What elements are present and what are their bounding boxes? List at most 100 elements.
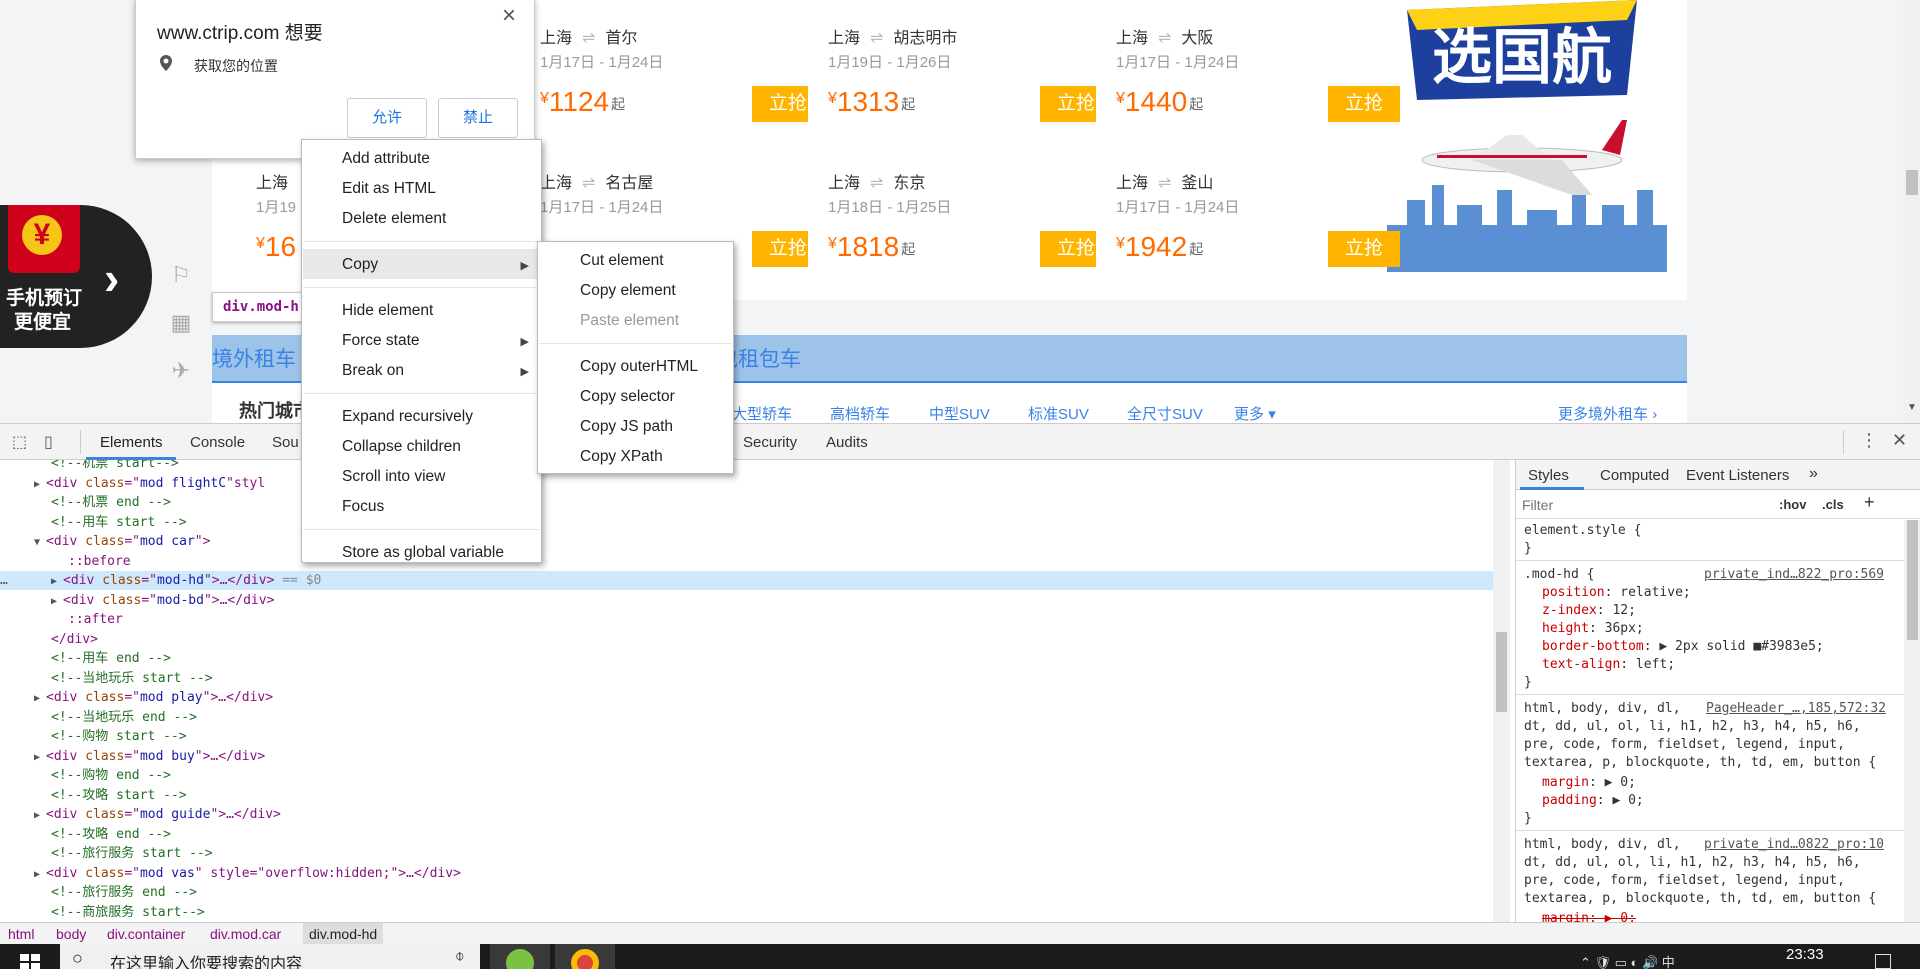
expand-triangle-icon[interactable]: ▶ bbox=[34, 693, 46, 704]
tray-icons[interactable]: ⌃ 🛡 ▭ ◐ 🔊 中 bbox=[1580, 952, 1675, 969]
expand-triangle-icon[interactable]: ▶ bbox=[51, 576, 63, 587]
taskbar-chrome[interactable] bbox=[555, 944, 615, 969]
selected-node-ellipsis-icon[interactable]: … bbox=[0, 571, 8, 590]
link-midsize-suv[interactable]: 中型SUV bbox=[929, 403, 990, 423]
tab-event-listeners[interactable]: Event Listeners bbox=[1686, 467, 1789, 484]
context-menu-item[interactable]: Store as global variable bbox=[342, 544, 504, 562]
elements-tree-node[interactable]: ::after bbox=[0, 610, 1493, 629]
air-china-banner[interactable]: 选国航 bbox=[1387, 0, 1667, 272]
elements-tree-node[interactable]: ::before bbox=[0, 552, 1493, 571]
copy-menu-item[interactable]: Copy outerHTML bbox=[580, 358, 698, 376]
deal-card[interactable]: 上海 ⇌ 釜山 1月17日 - 1月24日 ¥1942 起 立抢 bbox=[1096, 145, 1400, 273]
elements-tree-node[interactable]: <!--攻略 start --> bbox=[0, 786, 1493, 805]
elements-tree-node[interactable]: <!--攻略 end --> bbox=[0, 825, 1493, 844]
ime-indicator[interactable]: 中 bbox=[1662, 955, 1675, 969]
elements-tree-node[interactable]: ▶ <div class="mod buy">…</div> bbox=[0, 747, 1493, 766]
tab-console[interactable]: Console bbox=[190, 434, 245, 451]
elements-tree-node[interactable]: <!--当地玩乐 start --> bbox=[0, 669, 1493, 688]
elements-tree-node[interactable]: <!--用车 start --> bbox=[0, 513, 1493, 532]
more-tabs-icon[interactable]: » bbox=[1809, 465, 1818, 483]
elements-scrollbar[interactable] bbox=[1493, 460, 1510, 922]
elements-tree-node[interactable]: <!--旅行服务 end --> bbox=[0, 883, 1493, 902]
taskbar-app-1[interactable] bbox=[490, 944, 550, 969]
expand-triangle-icon[interactable]: ▶ bbox=[34, 479, 46, 490]
context-menu-item[interactable]: Collapse children bbox=[342, 438, 461, 456]
rule-source-link[interactable]: PageHeader_…,185,572:32 bbox=[1706, 700, 1886, 718]
styles-scrollbar-thumb[interactable] bbox=[1907, 520, 1918, 640]
breadcrumb-item[interactable]: body bbox=[56, 926, 86, 942]
windows-start-icon[interactable] bbox=[20, 954, 40, 969]
context-menu-item[interactable]: Break on bbox=[342, 362, 404, 380]
css-property[interactable]: margin: ▶ 0; bbox=[1542, 774, 1636, 792]
deal-card[interactable]: 上海 ⇌ 胡志明市 1月19日 - 1月26日 ¥1313 起立抢 bbox=[808, 0, 1112, 133]
link-fullsize-suv[interactable]: 全尺寸SUV bbox=[1127, 403, 1203, 423]
tab-sources[interactable]: Sou bbox=[272, 434, 299, 451]
expand-triangle-icon[interactable]: ▶ bbox=[34, 810, 46, 821]
elements-tree-node[interactable]: </div> bbox=[0, 630, 1493, 649]
elements-tree-node[interactable]: ▶ <div class="mod guide">…</div> bbox=[0, 805, 1493, 824]
link-large-sedan[interactable]: 大型轿车 bbox=[732, 403, 792, 423]
context-menu-item[interactable]: Expand recursively bbox=[342, 408, 473, 426]
context-menu-item[interactable]: Add attribute bbox=[342, 150, 430, 168]
scroll-down-arrow-icon[interactable]: ▼ bbox=[1907, 402, 1917, 413]
breadcrumb-item[interactable]: html bbox=[8, 926, 34, 942]
deal-card[interactable]: 上海 ⇌ 东京 1月18日 - 1月25日 ¥1818 起立抢 bbox=[808, 145, 1112, 273]
plane-icon[interactable]: ✈ bbox=[166, 358, 196, 388]
context-menu-item[interactable]: Hide element bbox=[342, 302, 433, 320]
close-devtools-icon[interactable]: ✕ bbox=[1892, 430, 1907, 451]
expand-triangle-icon[interactable]: ▼ bbox=[34, 537, 46, 548]
context-menu-item[interactable]: Copy bbox=[342, 256, 378, 274]
elements-tree-node[interactable]: ▶ <div class="mod-bd">…</div> bbox=[0, 591, 1493, 610]
copy-menu-item[interactable]: Copy XPath bbox=[580, 448, 663, 466]
css-property[interactable]: position: relative; bbox=[1542, 584, 1691, 602]
expand-triangle-icon[interactable]: ▶ bbox=[34, 869, 46, 880]
css-property[interactable]: height: 36px; bbox=[1542, 620, 1644, 638]
elements-tree-node[interactable]: <!--商旅服务 start--> bbox=[0, 903, 1493, 922]
context-menu-item[interactable]: Edit as HTML bbox=[342, 180, 436, 198]
elements-tree-node[interactable]: <!--购物 start --> bbox=[0, 727, 1493, 746]
elements-tree-node[interactable]: … ▶ <div class="mod-hd">…</div> == $0 bbox=[0, 571, 1493, 590]
rule-source-link[interactable]: private_ind…0822_pro:10 bbox=[1704, 836, 1884, 854]
device-toolbar-icon[interactable]: ▯ bbox=[44, 432, 53, 452]
elements-tree-node[interactable]: <!--机票 end --> bbox=[0, 493, 1493, 512]
context-menu-item[interactable]: Scroll into view bbox=[342, 468, 445, 486]
grab-deal-button[interactable]: 立抢 bbox=[1328, 231, 1400, 267]
elements-scrollbar-thumb[interactable] bbox=[1496, 632, 1507, 712]
tab-audits[interactable]: Audits bbox=[826, 434, 868, 451]
allow-button[interactable]: 允许 bbox=[347, 98, 427, 138]
page-scrollbar[interactable]: ▼ bbox=[1903, 0, 1920, 423]
context-menu-item[interactable]: Force state bbox=[342, 332, 420, 350]
styles-scrollbar[interactable] bbox=[1904, 520, 1920, 922]
close-icon[interactable]: × bbox=[502, 2, 516, 30]
link-premium-sedan[interactable]: 高档轿车 bbox=[830, 403, 890, 423]
add-rule-icon[interactable]: + bbox=[1864, 492, 1875, 513]
link-more-overseas-car[interactable]: 更多境外租车 › bbox=[1558, 403, 1657, 423]
notification-icon[interactable] bbox=[1875, 954, 1891, 969]
copy-menu-item[interactable]: Cut element bbox=[580, 252, 664, 270]
flag-icon[interactable]: ⚐ bbox=[166, 262, 196, 292]
inspect-element-icon[interactable]: ⬚ bbox=[12, 432, 27, 452]
breadcrumb-item[interactable]: div.mod-hd bbox=[303, 923, 384, 945]
copy-menu-item[interactable]: Copy JS path bbox=[580, 418, 673, 436]
page-scrollbar-thumb[interactable] bbox=[1906, 170, 1918, 195]
hover-state-toggle[interactable]: :hov bbox=[1779, 497, 1806, 512]
styles-filter-input[interactable] bbox=[1522, 495, 1772, 515]
block-button[interactable]: 禁止 bbox=[438, 98, 518, 138]
deal-card[interactable]: 上海 ⇌ 大阪 1月17日 - 1月24日 ¥1440 起 立抢 bbox=[1096, 0, 1400, 133]
elements-tree-node[interactable]: <!--购物 end --> bbox=[0, 766, 1493, 785]
building-icon[interactable]: ▦ bbox=[166, 310, 196, 340]
elements-tree-node[interactable]: ▶ <div class="mod flightC"styl bbox=[0, 474, 1493, 493]
tab-security[interactable]: Security bbox=[743, 434, 797, 451]
css-property[interactable]: text-align: left; bbox=[1542, 656, 1675, 674]
more-options-icon[interactable]: ⋮ bbox=[1860, 430, 1878, 451]
grab-deal-button[interactable]: 立抢 bbox=[1328, 86, 1400, 122]
elements-tree-node[interactable]: <!--旅行服务 start --> bbox=[0, 844, 1493, 863]
copy-menu-item[interactable]: Copy selector bbox=[580, 388, 675, 406]
class-toggle[interactable]: .cls bbox=[1822, 497, 1844, 512]
expand-triangle-icon[interactable]: ▶ bbox=[51, 596, 63, 607]
context-menu-item[interactable]: Delete element bbox=[342, 210, 446, 228]
elements-tree-node[interactable]: ▼ <div class="mod car"> bbox=[0, 532, 1493, 551]
elements-tree-node[interactable]: <!--当地玩乐 end --> bbox=[0, 708, 1493, 727]
elements-tree-node[interactable]: <!--用车 end --> bbox=[0, 649, 1493, 668]
link-more[interactable]: 更多 ▾ bbox=[1234, 403, 1276, 423]
